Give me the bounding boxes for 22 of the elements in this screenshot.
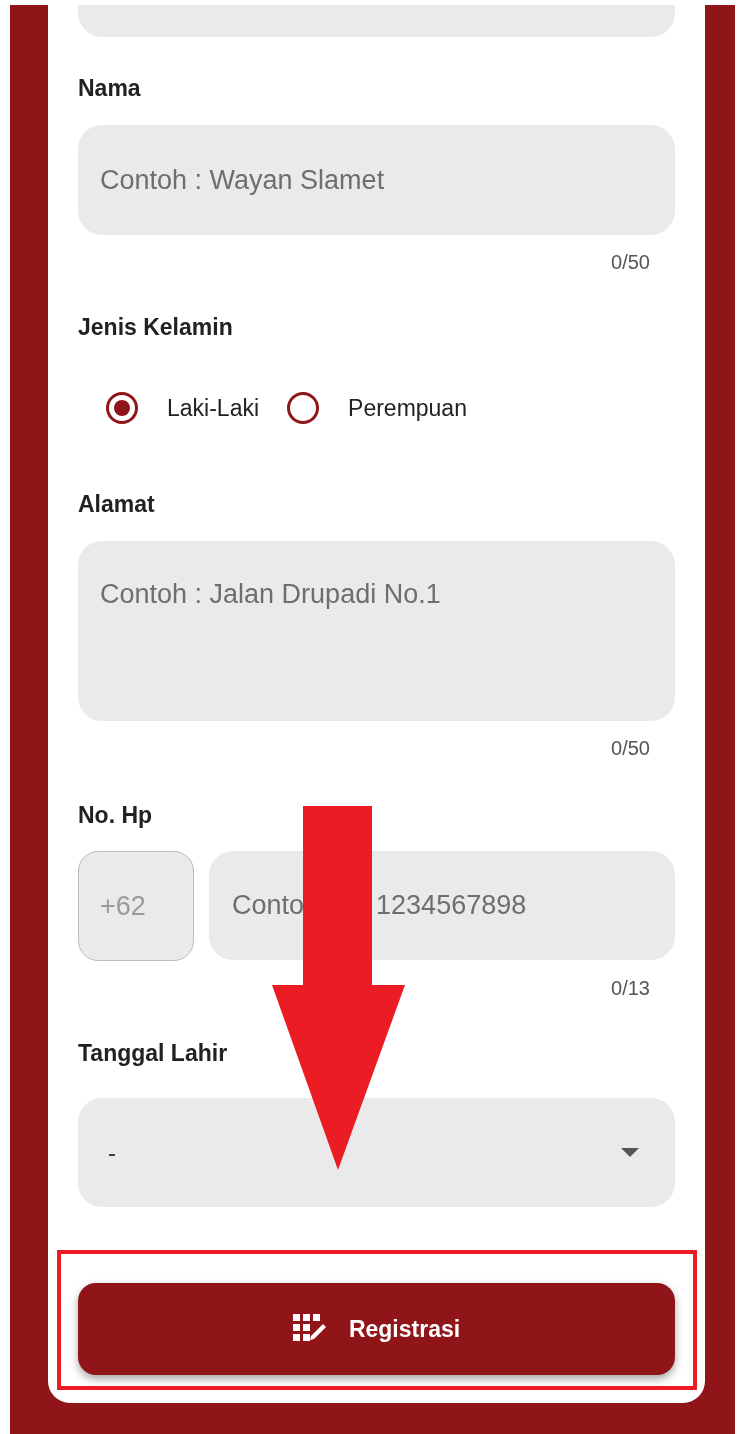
radio-button[interactable] xyxy=(106,392,138,424)
name-input[interactable]: Contoh : Wayan Slamet xyxy=(78,125,675,235)
radio-button[interactable] xyxy=(287,392,320,424)
field-label: Jenis Kelamin xyxy=(78,313,234,342)
dropdown-value: - xyxy=(108,1137,116,1168)
field-label: Nama xyxy=(78,74,142,103)
placeholder-text: Conto xyxy=(232,889,305,923)
radio-label[interactable]: Perempuan xyxy=(348,390,467,426)
character-counter: 0/50 xyxy=(610,250,651,274)
grid-pencil-icon xyxy=(292,1314,327,1344)
address-input[interactable]: Contoh : Jalan Drupadi No.1 xyxy=(78,541,675,721)
field-label: No. Hp xyxy=(78,801,154,830)
placeholder-text: 1234567898 xyxy=(376,889,527,923)
radio-label[interactable]: Laki-Laki xyxy=(167,390,260,426)
registration-button[interactable]: Registrasi xyxy=(78,1283,675,1375)
country-code-field: +62 xyxy=(78,851,194,961)
field-label: Tanggal Lahir xyxy=(78,1039,229,1068)
date-dropdown[interactable]: - xyxy=(78,1098,675,1207)
caret-icon xyxy=(621,1148,639,1157)
field-label: Alamat xyxy=(78,490,156,519)
character-counter: 0/13 xyxy=(610,976,651,1000)
character-counter: 0/50 xyxy=(610,736,651,760)
